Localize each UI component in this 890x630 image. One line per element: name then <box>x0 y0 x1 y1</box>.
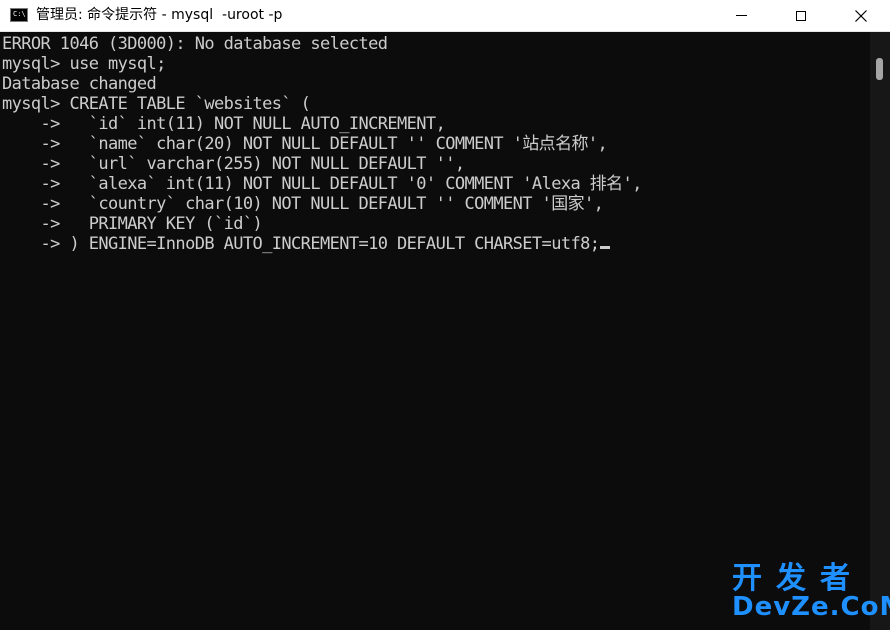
cmd-icon-label: C:\ <box>13 10 26 18</box>
minimize-icon <box>735 15 747 16</box>
terminal-line: ERROR 1046 (3D000): No database selected <box>2 34 388 54</box>
terminal-line: -> `id` int(11) NOT NULL AUTO_INCREMENT, <box>2 114 446 134</box>
terminal-current-line: -> ) ENGINE=InnoDB AUTO_INCREMENT=10 DEF… <box>2 234 611 254</box>
text-cursor <box>600 246 611 249</box>
terminal-line: -> `url` varchar(255) NOT NULL DEFAULT '… <box>2 154 466 174</box>
terminal-line: -> `alexa` int(11) NOT NULL DEFAULT '0' … <box>2 174 643 194</box>
scrollbar-thumb[interactable] <box>876 58 883 80</box>
maximize-icon <box>796 10 806 21</box>
vertical-scrollbar[interactable] <box>870 32 890 630</box>
terminal-line: -> `country` char(10) NOT NULL DEFAULT '… <box>2 194 604 214</box>
watermark-top-text: 开发者 <box>732 561 864 596</box>
close-button[interactable] <box>838 0 884 31</box>
close-icon <box>855 9 867 22</box>
cmd-app-icon[interactable]: C:\ <box>10 8 28 22</box>
terminal-line: Database changed <box>2 74 157 94</box>
terminal-line: -> `name` char(20) NOT NULL DEFAULT '' C… <box>2 134 608 154</box>
window-title: 管理员: 命令提示符 - mysql -uroot -p <box>36 7 283 23</box>
title-bar[interactable]: C:\ 管理员: 命令提示符 - mysql -uroot -p <box>0 0 890 32</box>
terminal-output[interactable]: ERROR 1046 (3D000): No database selected… <box>0 32 868 630</box>
terminal-line: -> PRIMARY KEY (`id`) <box>2 214 263 234</box>
minimize-button[interactable] <box>718 0 764 31</box>
terminal-line: -> ) ENGINE=InnoDB AUTO_INCREMENT=10 DEF… <box>2 234 600 254</box>
maximize-button[interactable] <box>778 0 824 31</box>
terminal-line: mysql> CREATE TABLE `websites` ( <box>2 94 311 114</box>
watermark-logo: 开发者 DevZe.CoM <box>732 561 890 624</box>
watermark-bottom-text: DevZe.CoM <box>732 592 890 622</box>
terminal-line: mysql> use mysql; <box>2 54 166 74</box>
